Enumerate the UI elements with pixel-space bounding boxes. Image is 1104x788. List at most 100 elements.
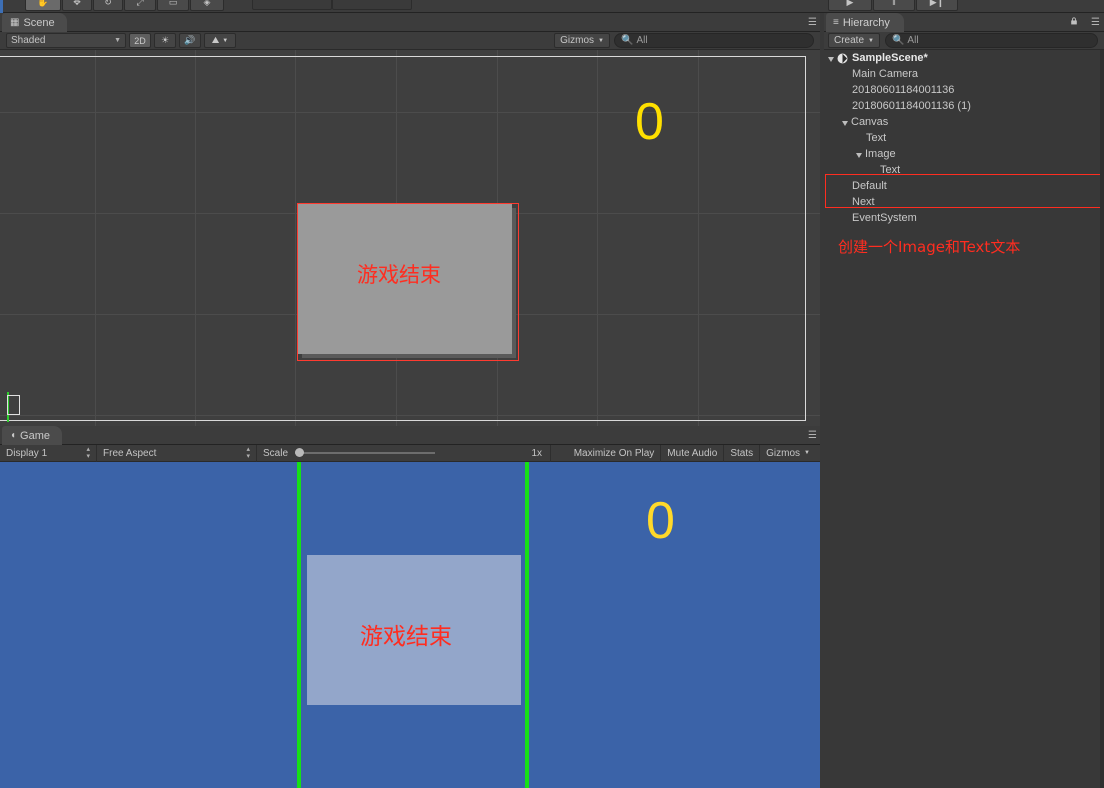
toolbar-pivot-field[interactable] <box>252 0 332 10</box>
chevron-down-icon: ▼ <box>804 450 810 456</box>
hierarchy-item-label: Canvas <box>851 116 889 128</box>
toolbar-hand-tool[interactable]: ✋ <box>25 0 61 11</box>
game-toolbar-right: Maximize On Play Mute Audio Stats Gizmos… <box>568 444 820 462</box>
toolbar-edge-accent <box>0 0 3 13</box>
tab-scene[interactable]: ▦ Scene <box>2 13 67 32</box>
hierarchy-item-20180601184001136-1[interactable]: 20180601184001136 (1) <box>824 98 1104 114</box>
scale-track[interactable] <box>295 448 436 457</box>
scene-tabbar: ▦ Scene ☰ <box>0 13 820 32</box>
search-icon: 🔍 <box>891 35 905 46</box>
scale-knob[interactable] <box>295 448 305 457</box>
scene-image-text: 游戏结束 <box>357 263 441 287</box>
hierarchy-item-image[interactable]: Image <box>824 146 1104 162</box>
tab-game-label: Game <box>20 429 51 442</box>
game-viewport[interactable]: 游戏结束 0 <box>0 462 820 788</box>
hierarchy-item-label: 20180601184001136 (1) <box>852 100 971 112</box>
chevron-down-icon[interactable] <box>842 120 848 126</box>
toolbar-scale-tool[interactable]: ⤢ <box>124 0 156 11</box>
hierarchy-item-samplescene[interactable]: SampleScene* <box>824 50 1104 66</box>
game-aspect-value: Free Aspect <box>103 447 157 459</box>
step-button[interactable]: ▶❙ <box>916 0 958 11</box>
play-button[interactable]: ▶ <box>828 0 872 11</box>
toolbar-rotate-tool[interactable]: ↻ <box>93 0 123 11</box>
hierarchy-scrollbar[interactable] <box>1100 50 1104 788</box>
hierarchy-item-label: Text <box>866 132 887 144</box>
hierarchy-search-input[interactable]: 🔍 All <box>884 33 1098 48</box>
up-down-arrows-icon: ▴ ▾ <box>246 446 250 460</box>
stats-toggle[interactable]: Stats <box>724 444 761 462</box>
game-green-bar-right <box>525 462 529 788</box>
scene-audio-toggle[interactable]: 🔊 <box>179 33 201 48</box>
speaker-icon: 🔊 <box>184 35 196 45</box>
play-icon: ▶ <box>846 0 854 7</box>
game-display-dropdown[interactable]: Display 1 ▴ ▾ <box>0 444 97 462</box>
tab-hierarchy[interactable]: ≡ Hierarchy <box>826 13 904 32</box>
scene-effects-dropdown[interactable]: ⛰ ▼ <box>204 33 236 48</box>
hierarchy-toolbar: Create ▼ 🔍 All <box>824 32 1104 50</box>
game-panel: ◖ Game ☰ Display 1 ▴ ▾ Free Aspect ▴ ▾ Sca… <box>0 426 820 788</box>
game-scale-slider[interactable]: Scale 1x <box>257 444 551 462</box>
game-score-text: 0 <box>646 492 675 550</box>
hierarchy-item-label: SampleScene* <box>852 52 928 64</box>
chevron-down-icon: ▼ <box>222 37 229 44</box>
up-down-arrows-icon: ▴ ▾ <box>86 446 90 460</box>
toolbar-move-tool[interactable]: ✥ <box>62 0 92 11</box>
hierarchy-tree[interactable]: SampleScene* Main Camera 20180601184001136… <box>824 50 1104 788</box>
rect-icon: ▭ <box>168 0 178 7</box>
toolbar-transform-tool[interactable]: ◈ <box>190 0 224 11</box>
pause-icon: ‖ <box>892 0 896 7</box>
scene-viewport[interactable]: 游戏结束 0 <box>0 50 820 426</box>
hierarchy-item-label: Image <box>865 148 896 160</box>
transform-icon: ◈ <box>203 0 211 7</box>
scene-mini-object-rect[interactable] <box>7 395 20 415</box>
chevron-down-icon: ▼ <box>598 37 604 44</box>
toolbar-rect-tool[interactable]: ▭ <box>157 0 189 11</box>
tab-hierarchy-label: Hierarchy <box>842 16 890 29</box>
list-icon: ≡ <box>833 17 839 28</box>
hierarchy-item-text[interactable]: Text <box>824 130 1104 146</box>
maximize-on-play-toggle[interactable]: Maximize On Play <box>568 444 662 462</box>
game-gizmos-label: Gizmos <box>766 447 801 459</box>
main-toolbar: ✋ ✥ ↻ ⤢ ▭ ◈ ▶ ‖ ▶❙ <box>0 0 1104 13</box>
tab-game[interactable]: ◖ Game <box>2 426 63 445</box>
game-gizmos-dropdown[interactable]: Gizmos ▼ <box>760 445 820 462</box>
chevron-down-icon: ▼ <box>868 37 874 44</box>
scene-lighting-toggle[interactable]: ☀ <box>154 33 176 48</box>
hierarchy-item-label: Main Camera <box>852 68 919 80</box>
draw-mode-dropdown[interactable]: Shaded ▼ <box>6 33 126 48</box>
chevron-down-icon[interactable] <box>856 152 862 158</box>
hierarchy-item-main-camera[interactable]: Main Camera <box>824 66 1104 82</box>
scene-panel-menu-icon[interactable]: ☰ <box>808 17 817 28</box>
game-panel-menu-icon[interactable]: ☰ <box>808 430 817 441</box>
pause-button[interactable]: ‖ <box>873 0 915 11</box>
scene-toolbar: Shaded ▼ 2D ☀ 🔊 ⛰ ▼ Gizmos ▼ 🔍 All <box>0 32 820 50</box>
game-image-text: 游戏结束 <box>360 624 452 650</box>
hand-icon: ✋ <box>37 0 49 7</box>
draw-mode-value: Shaded <box>11 35 46 46</box>
game-toolbar: Display 1 ▴ ▾ Free Aspect ▴ ▾ Scale 1x Max… <box>0 444 820 462</box>
step-icon: ▶❙ <box>929 0 945 7</box>
scene-search-input[interactable]: 🔍 All <box>614 33 814 48</box>
sun-icon: ☀ <box>160 35 170 45</box>
game-scale-label: Scale <box>263 447 289 459</box>
tab-scene-label: Scene <box>23 16 55 29</box>
hierarchy-panel-menu-icon[interactable]: ☰ <box>1091 17 1100 28</box>
scene-gizmos-dropdown[interactable]: Gizmos ▼ <box>554 33 610 48</box>
mute-audio-toggle[interactable]: Mute Audio <box>661 444 725 462</box>
toolbar-rotation-field[interactable] <box>332 0 412 10</box>
scale-icon: ⤢ <box>136 0 144 7</box>
hierarchy-tabbar: ≡ Hierarchy ☰ <box>824 13 1104 32</box>
search-icon: 🔍 <box>621 35 634 46</box>
hierarchy-item-eventsystem[interactable]: EventSystem <box>824 210 1104 226</box>
lock-icon[interactable] <box>1070 17 1078 25</box>
chevron-down-icon[interactable] <box>828 56 834 62</box>
toggle-2d[interactable]: 2D <box>129 33 151 48</box>
game-green-bar-left <box>297 462 301 788</box>
hierarchy-item-canvas[interactable]: Canvas <box>824 114 1104 130</box>
game-aspect-dropdown[interactable]: Free Aspect ▴ ▾ <box>97 444 257 462</box>
annotation-text: 创建一个Image和Text文本 <box>838 238 1021 256</box>
rotate-icon: ↻ <box>104 0 112 7</box>
annotation-highlight-box <box>825 174 1103 208</box>
create-button[interactable]: Create ▼ <box>828 33 880 48</box>
hierarchy-item-20180601184001136[interactable]: 20180601184001136 <box>824 82 1104 98</box>
